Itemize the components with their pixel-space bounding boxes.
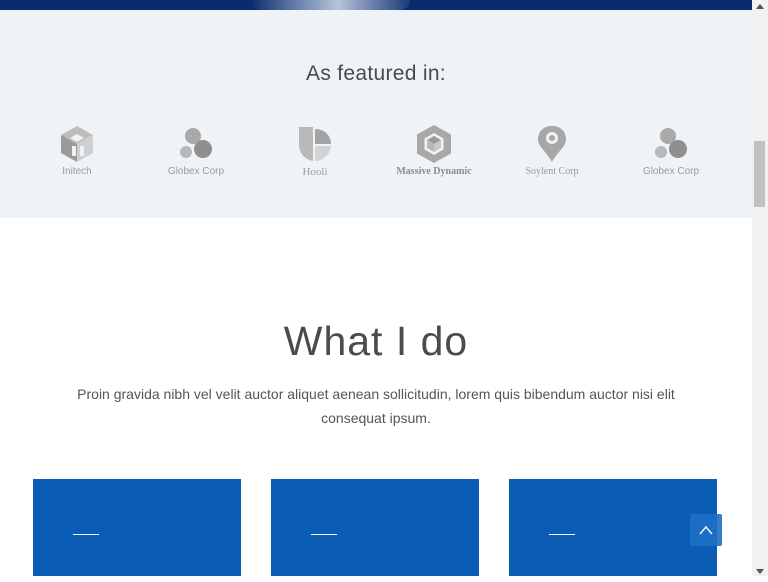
logo-label: Soylent Corp [525, 166, 579, 177]
featured-section: As featured in: Initech Globex Corp Hool… [0, 10, 752, 218]
logo-label: Hooli [302, 166, 328, 178]
soylent-pin-icon [538, 126, 566, 162]
vertical-scrollbar[interactable] [752, 0, 768, 576]
logo-hooli: Hooli [260, 124, 370, 178]
hero-photo [250, 0, 410, 10]
initech-cube-icon [61, 126, 93, 162]
logo-globex-corp-2: Globex Corp [616, 124, 726, 177]
logo-massive-dynamic: Massive Dynamic [379, 124, 489, 177]
scroll-to-top-button[interactable] [690, 514, 722, 546]
massive-dynamic-hexagon-icon [417, 125, 451, 163]
service-card[interactable] [271, 479, 479, 576]
scrollbar-thumb[interactable] [754, 141, 765, 207]
service-card[interactable] [509, 479, 717, 576]
featured-title: As featured in: [306, 62, 446, 85]
section-description: Proin gravida nibh vel velit auctor aliq… [77, 386, 675, 426]
logo-label: Globex Corp [642, 166, 700, 177]
page: As featured in: Initech Globex Corp Hool… [0, 0, 752, 576]
card-divider [311, 534, 337, 535]
hero-image-bottom [0, 0, 752, 10]
logo-globex-corp: Globex Corp [141, 124, 251, 177]
card-divider [73, 534, 99, 535]
logo-label: Globex Corp [167, 166, 225, 177]
scroll-up-arrow[interactable] [752, 0, 768, 12]
section-title: What I do [283, 318, 469, 364]
service-card[interactable] [33, 479, 241, 576]
logo-initech: Initech [22, 124, 132, 177]
chevron-up-icon [699, 525, 713, 535]
card-divider [549, 534, 575, 535]
hooli-leaf-icon [299, 127, 331, 161]
scroll-down-arrow[interactable] [752, 564, 768, 576]
logo-label: Massive Dynamic [396, 166, 472, 177]
globex-circles-icon [180, 128, 212, 158]
globex-circles-icon [655, 128, 687, 158]
logo-soylent-corp: Soylent Corp [497, 124, 607, 177]
logo-label: Initech [62, 166, 92, 177]
